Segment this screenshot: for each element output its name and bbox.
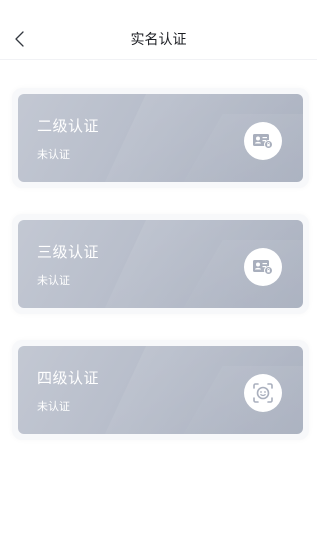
id-card-lock-icon: [244, 122, 282, 160]
card-level-title: 三级认证: [37, 243, 100, 261]
level-3-verification-card[interactable]: 三级认证 未认证: [18, 220, 303, 308]
verification-page: 实名认证 二级认证 未认证 三级认证 未认证 四级认证 未认证: [0, 0, 317, 546]
page-title: 实名认证: [130, 32, 187, 48]
nav-header: 实名认证: [0, 0, 317, 60]
card-level-title: 二级认证: [37, 117, 100, 135]
level-2-verification-card[interactable]: 二级认证 未认证: [18, 94, 303, 182]
face-scan-icon: [244, 374, 282, 412]
card-status-text: 未认证: [37, 274, 70, 287]
level-4-card-container: 四级认证 未认证: [12, 340, 309, 440]
id-card-lock-icon: [244, 248, 282, 286]
level-4-verification-card[interactable]: 四级认证 未认证: [18, 346, 303, 434]
level-2-card-container: 二级认证 未认证: [12, 88, 309, 188]
level-3-card-container: 三级认证 未认证: [12, 214, 309, 314]
card-status-text: 未认证: [37, 148, 70, 161]
card-status-text: 未认证: [37, 400, 70, 413]
card-level-title: 四级认证: [37, 369, 100, 387]
